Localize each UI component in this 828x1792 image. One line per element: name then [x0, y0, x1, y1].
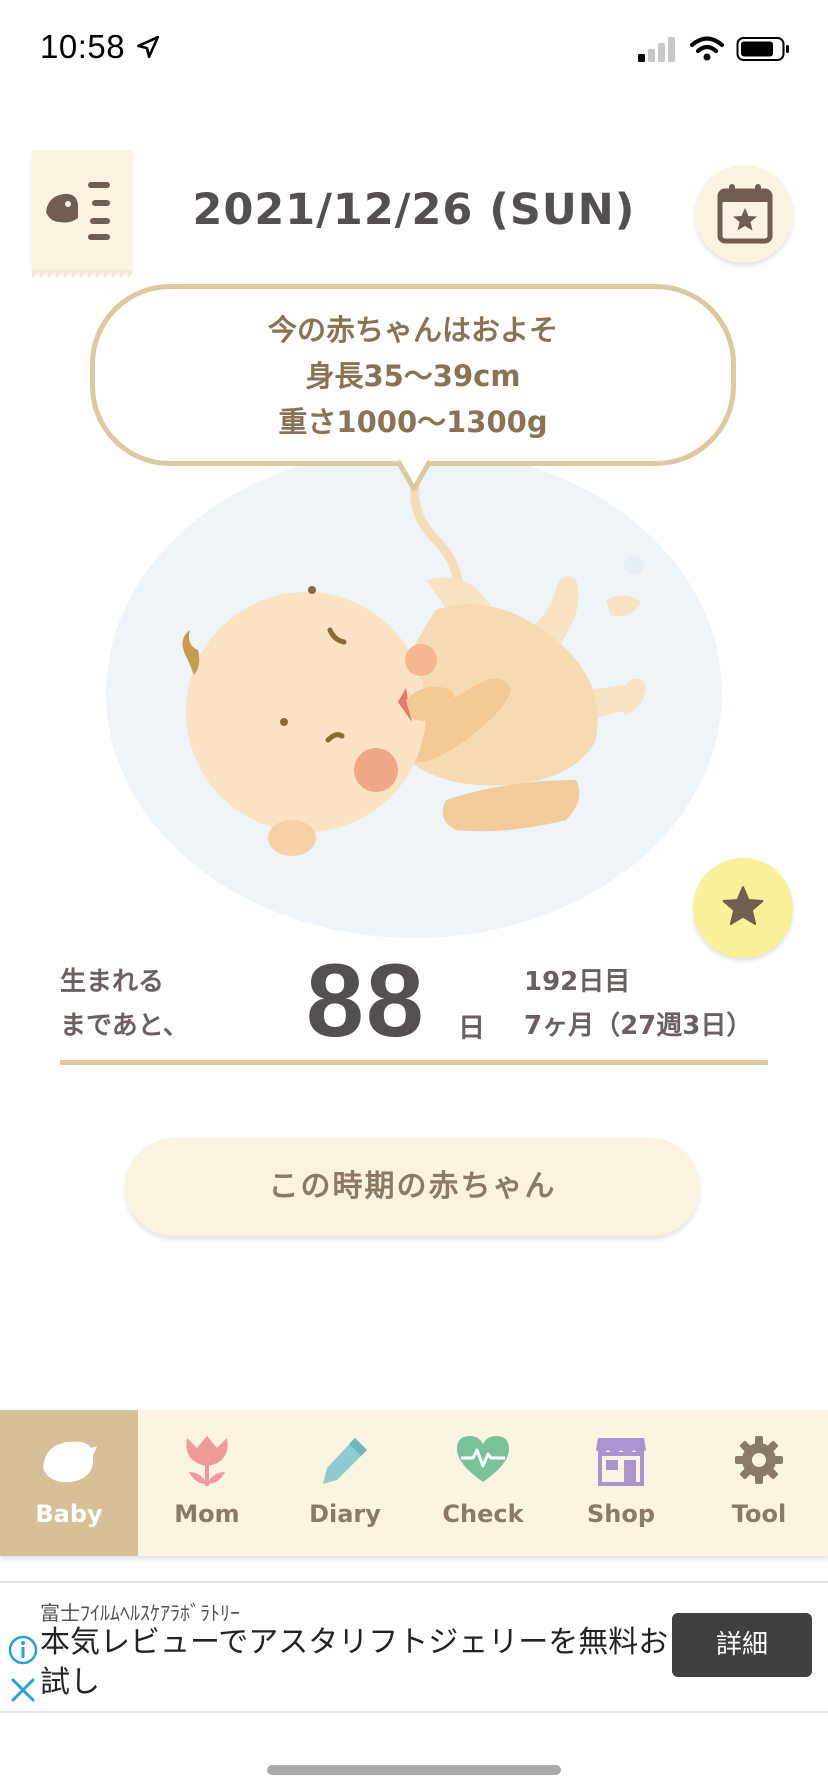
calendar-star-icon	[717, 184, 773, 244]
ad-banner[interactable]: 富士ﾌｲﾙﾑﾍﾙｽｹｱﾗﾎﾞﾗﾄﾘｰ 本気レビューでアスタリフトジェリーを無料お…	[0, 1581, 828, 1713]
tab-tool-label: Tool	[731, 1500, 787, 1528]
ad-details-button[interactable]: 詳細	[672, 1613, 812, 1677]
tab-mom[interactable]: Mom	[138, 1410, 276, 1556]
gear-icon	[735, 1436, 783, 1484]
tab-diary[interactable]: Diary	[276, 1410, 414, 1556]
countdown-divider	[60, 1060, 768, 1065]
bird-icon	[43, 1441, 97, 1483]
status-time-text: 10:58	[40, 28, 126, 65]
tab-diary-label: Diary	[309, 1500, 381, 1528]
tab-check[interactable]: Check	[414, 1410, 552, 1556]
home-indicator[interactable]	[267, 1765, 561, 1775]
calendar-button[interactable]	[695, 165, 793, 263]
ad-sponsor: 富士ﾌｲﾙﾑﾍﾙｽｹｱﾗﾎﾞﾗﾄﾘｰ	[40, 1601, 240, 1625]
star-icon	[722, 886, 764, 925]
battery-icon	[736, 37, 789, 61]
tab-bar: Baby Mom Diary Check Shop Tool	[0, 1410, 828, 1556]
baby-this-period-button[interactable]: この時期の赤ちゃん	[125, 1138, 700, 1236]
bubble-line-2: 身長35〜39cm	[305, 359, 521, 393]
tab-mom-label: Mom	[174, 1500, 240, 1528]
baby-illustration	[182, 465, 646, 856]
days-remaining: 88	[306, 943, 426, 1059]
location-arrow-icon	[136, 35, 159, 59]
tab-baby[interactable]: Baby	[0, 1410, 138, 1556]
tab-shop[interactable]: Shop	[552, 1410, 690, 1556]
days-unit: 日	[458, 1013, 485, 1044]
status-time: 10:58	[40, 28, 161, 66]
countdown-label-line-1: 生まれる	[60, 967, 165, 997]
tab-baby-label: Baby	[35, 1500, 103, 1528]
day-count: 192日目	[524, 967, 631, 997]
pencil-icon	[323, 1438, 367, 1484]
bubble-line-1: 今の赤ちゃんはおよそ	[267, 313, 558, 347]
baby-size-bubble: 今の赤ちゃんはおよそ 身長35〜39cm 重さ1000〜1300g	[90, 284, 736, 466]
pregnancy-term: 7ヶ月（27週3日）	[524, 1011, 753, 1041]
bubble-line-3: 重さ1000〜1300g	[278, 405, 548, 439]
tab-shop-label: Shop	[586, 1500, 656, 1528]
countdown-label: 生まれる まであと、	[60, 960, 189, 1048]
pregnancy-progress: 192日目 7ヶ月（27週3日）	[524, 960, 752, 1048]
tulip-icon	[186, 1436, 228, 1486]
heart-pulse-icon	[457, 1436, 509, 1482]
signal-icon	[638, 37, 675, 62]
ad-text[interactable]: 本気レビューでアスタリフトジェリーを無料お試し	[40, 1623, 680, 1703]
ad-close-icon[interactable]	[8, 1675, 38, 1705]
countdown-label-line-2: まであと、	[60, 1011, 189, 1041]
ad-info-icon[interactable]	[8, 1635, 38, 1665]
bubble-tail	[398, 459, 430, 492]
shop-icon	[596, 1438, 646, 1486]
status-icons	[638, 36, 790, 62]
wifi-icon	[690, 36, 724, 61]
tab-check-label: Check	[442, 1500, 524, 1528]
tab-tool[interactable]: Tool	[690, 1410, 828, 1556]
favorite-button[interactable]	[693, 858, 793, 958]
